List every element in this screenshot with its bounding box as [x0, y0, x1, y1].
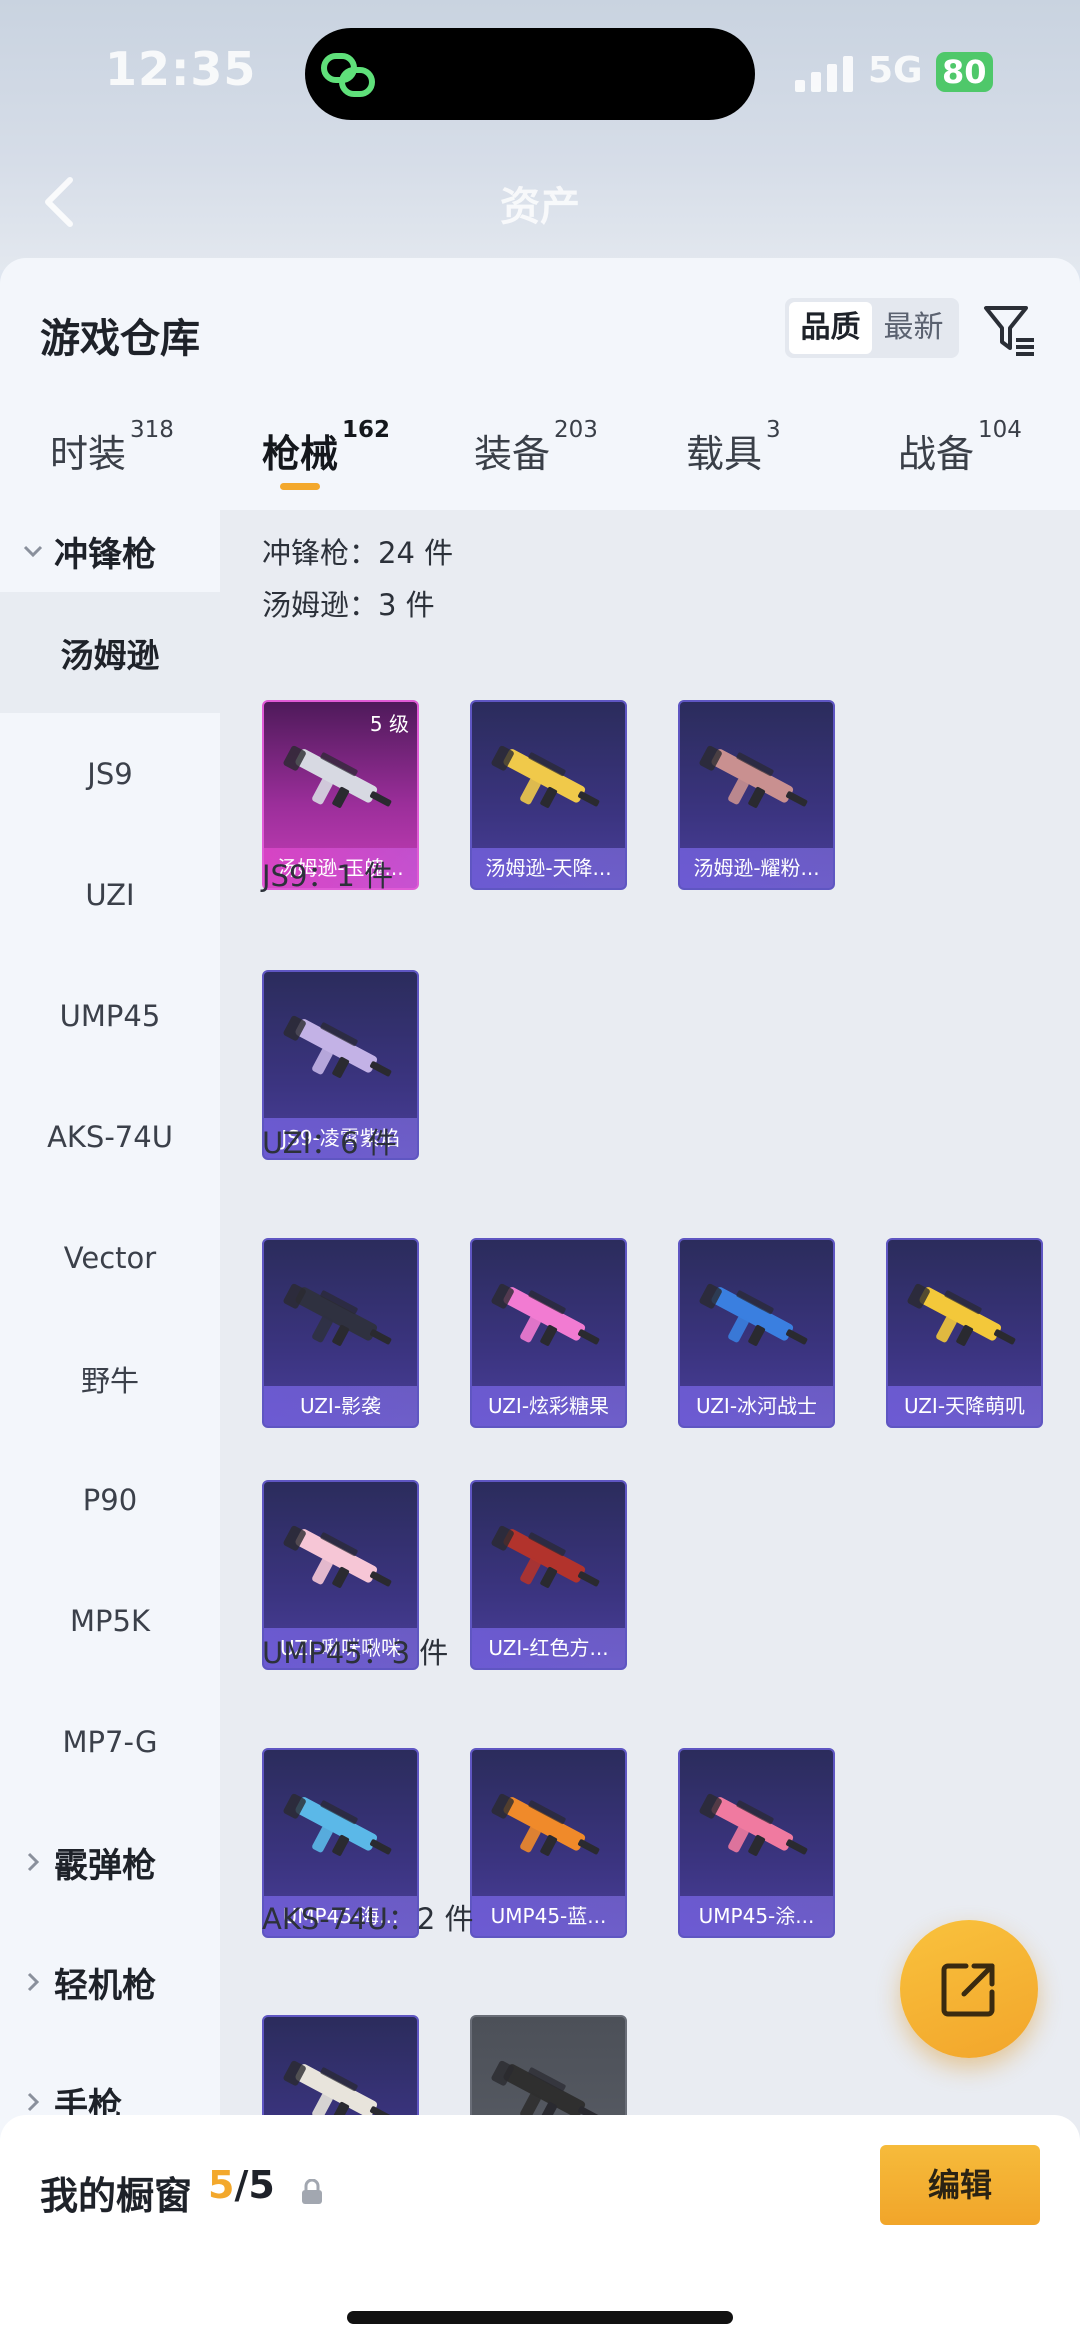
showcase-count: 5/5: [208, 2163, 275, 2207]
section-title: UZI：6 件: [262, 1126, 397, 1160]
sidebar-group-smg[interactable]: 冲锋枪: [0, 510, 220, 592]
sidebar-group-shotgun[interactable]: 霰弹枪: [0, 1802, 220, 1922]
section-title: 汤姆逊：3 件: [262, 588, 435, 622]
sidebar-item-bizon[interactable]: 野牛: [0, 1318, 220, 1439]
battery-level: 80: [936, 52, 993, 92]
weapon-skin-icon: [699, 1793, 808, 1856]
filter-icon[interactable]: [982, 302, 1038, 358]
tab-active-indicator: [280, 483, 320, 490]
weapon-skin-icon: [699, 745, 808, 808]
tab-vehicles[interactable]: 载具3: [686, 417, 781, 478]
weapon-skin-icon: [491, 1793, 600, 1856]
weapon-card[interactable]: 汤姆逊-耀粉...: [678, 700, 835, 890]
weapon-name: 汤姆逊-耀粉...: [680, 848, 833, 888]
sidebar-item-ump45[interactable]: UMP45: [0, 955, 220, 1076]
showcase-bar: 我的橱窗 5/5 编辑: [0, 2115, 1080, 2341]
chevron-right-icon: [27, 2092, 40, 2112]
nav-header: 资产: [0, 160, 1080, 250]
network-type: 5G: [868, 50, 923, 91]
weapon-card[interactable]: UZI-天降萌叽: [886, 1238, 1043, 1428]
sort-by-quality[interactable]: 品质: [789, 302, 872, 354]
weapon-name: UMP45-涂...: [680, 1896, 833, 1936]
sidebar-item-mp5k[interactable]: MP5K: [0, 1560, 220, 1681]
weapon-skin-icon: [283, 1283, 392, 1346]
weapon-skin-icon: [283, 1525, 392, 1588]
panel-title: 游戏仓库: [40, 316, 200, 362]
weapon-skin-icon: [283, 1793, 392, 1856]
showcase-label: 我的橱窗: [40, 2174, 193, 2218]
weapon-card[interactable]: UZI-影袭: [262, 1238, 419, 1428]
tab-supplies[interactable]: 战备104: [898, 417, 1022, 478]
sidebar-item-thompson[interactable]: 汤姆逊: [0, 592, 220, 713]
home-indicator: [347, 2311, 733, 2324]
sidebar-item-uzi[interactable]: UZI: [0, 834, 220, 955]
weapon-skin-icon: [491, 745, 600, 808]
sidebar-item-p90[interactable]: P90: [0, 1439, 220, 1560]
sidebar-item-mp7g[interactable]: MP7-G: [0, 1681, 220, 1802]
status-bar: 12:35 5G 80: [0, 0, 1080, 150]
section-title: JS9：1 件: [262, 859, 394, 893]
weapon-card[interactable]: UMP45-蓝...: [470, 1748, 627, 1938]
edit-button[interactable]: 编辑: [880, 2145, 1040, 2225]
share-button[interactable]: [900, 1920, 1038, 2058]
tab-firearms[interactable]: 枪械162: [262, 417, 390, 490]
status-time: 12:35: [105, 42, 257, 96]
sort-toggle: 品质 最新: [785, 298, 959, 358]
lock-icon: [302, 2179, 322, 2204]
weapon-name: 汤姆逊-天降...: [472, 848, 625, 888]
weapon-name: UZI-炫彩糖果: [472, 1386, 625, 1426]
weapon-card[interactable]: UZI-红色方...: [470, 1480, 627, 1670]
weapon-skin-icon: [283, 1015, 392, 1078]
tab-outfits[interactable]: 时装318: [50, 417, 174, 478]
sort-by-latest[interactable]: 最新: [872, 302, 955, 354]
weapon-skin-icon: [699, 1283, 808, 1346]
weapon-name: UMP45-蓝...: [472, 1896, 625, 1936]
chevron-right-icon: [27, 1972, 40, 1992]
chevron-down-icon: [23, 545, 43, 558]
tab-equipment[interactable]: 装备203: [474, 417, 598, 478]
share-icon: [941, 1963, 995, 2017]
weapon-skin-icon: [491, 1283, 600, 1346]
weapon-card[interactable]: UZI-冰河战士: [678, 1238, 835, 1428]
weapon-name: UZI-冰河战士: [680, 1386, 833, 1426]
app-link-icon: [321, 53, 375, 97]
category-tabs: 时装318 枪械162 装备203 载具3 战备104: [0, 417, 1080, 513]
weapon-type-sidebar: 冲锋枪 汤姆逊 JS9 UZI UMP45 AKS-74U Vector 野牛 …: [0, 510, 220, 2170]
category-total: 冲锋枪：24 件: [262, 536, 454, 570]
sidebar-item-js9[interactable]: JS9: [0, 713, 220, 834]
back-arrow-icon[interactable]: [36, 172, 86, 232]
signal-icon: [795, 56, 853, 92]
weapon-skin-icon: [283, 745, 392, 808]
sidebar-group-lmg[interactable]: 轻机枪: [0, 1922, 220, 2042]
weapon-skin-icon: [907, 1283, 1016, 1346]
sidebar-item-vector[interactable]: Vector: [0, 1197, 220, 1318]
weapon-grid: 冲锋枪：24 件 汤姆逊：3 件5 级汤姆逊-玉魄... 汤姆逊-天降... 汤姆逊…: [220, 510, 1080, 2170]
chevron-right-icon: [27, 1852, 40, 1872]
weapon-name: UZI-红色方...: [472, 1628, 625, 1668]
weapon-name: UZI-天降萌叽: [888, 1386, 1041, 1426]
weapon-card[interactable]: UMP45-涂...: [678, 1748, 835, 1938]
weapon-card[interactable]: 汤姆逊-天降...: [470, 700, 627, 890]
sidebar-item-aks74u[interactable]: AKS-74U: [0, 1076, 220, 1197]
weapon-skin-icon: [491, 1525, 600, 1588]
page-title: 资产: [500, 184, 580, 230]
weapon-name: UZI-影袭: [264, 1386, 417, 1426]
section-title: UMP45：3 件: [262, 1636, 449, 1670]
section-title: AKS-74U：2 件: [262, 1902, 474, 1936]
weapon-card[interactable]: UZI-炫彩糖果: [470, 1238, 627, 1428]
